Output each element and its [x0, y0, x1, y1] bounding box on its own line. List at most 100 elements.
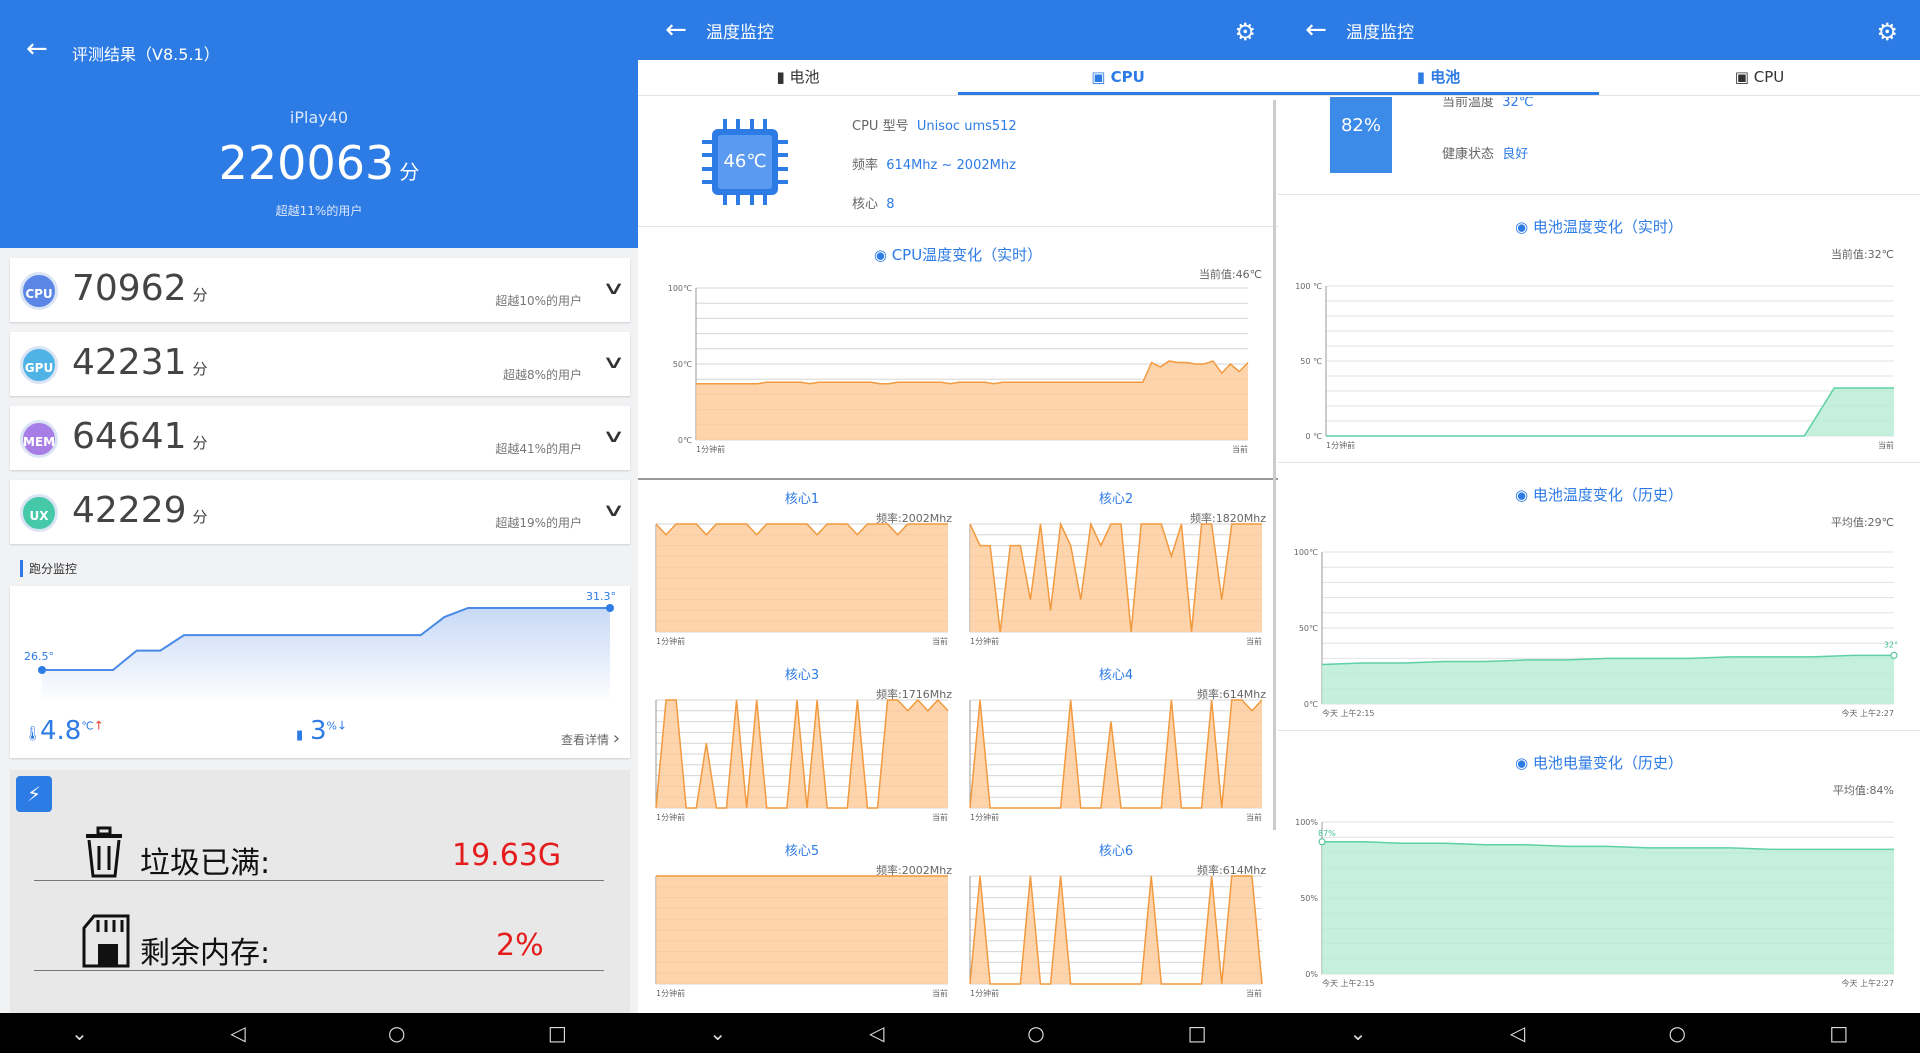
temp-delta-unit: ℃ — [81, 719, 94, 733]
gpu-badge: GPU — [20, 346, 58, 384]
memory-card-icon — [82, 914, 130, 968]
x-start-label: 1分钟前 — [656, 988, 685, 998]
cpu-chart-title-text: CPU温度变化（实时） — [891, 246, 1043, 264]
total-beat-text: 超越11%的用户 — [275, 204, 363, 218]
recent-square-icon[interactable]: □ — [1829, 1021, 1848, 1045]
score-card-ux[interactable]: UX 42229 分 超越19%的用户 ∨ — [10, 480, 630, 544]
system-nav-bar: ⌄ ◁ ○ □ — [1278, 1013, 1920, 1053]
x-start-label: 1分钟前 — [970, 812, 999, 822]
scrollbar[interactable] — [1273, 100, 1276, 830]
page-title: 评测结果（V8.5.1） — [72, 45, 220, 64]
thermometer-icon: ◉ — [873, 246, 887, 264]
trash-label: 垃圾已满: — [140, 846, 271, 881]
y-tick-label: 0 ℃ — [1305, 432, 1322, 441]
battery-realtime-title-text: 电池温度变化（实时） — [1532, 218, 1683, 236]
core-name: 核心3 — [784, 668, 820, 683]
sub-score: 42229 分 — [72, 490, 208, 531]
mem-badge: MEM — [20, 420, 58, 458]
back-triangle-icon[interactable]: ◁ — [869, 1021, 884, 1045]
recent-square-icon[interactable]: □ — [548, 1021, 567, 1045]
back-triangle-icon[interactable]: ◁ — [1510, 1021, 1525, 1045]
start-point-label: 87% — [1318, 829, 1336, 838]
chevron-down-icon[interactable]: ∨ — [602, 278, 626, 299]
trend-area — [42, 608, 610, 704]
battery-realtime-title: ◉ 电池温度变化（实时） — [1278, 216, 1920, 237]
monitor-label: 跑分监控 — [20, 560, 77, 577]
tab-cpu[interactable]: ▣ CPU — [958, 60, 1278, 95]
sub-score-unit: 分 — [192, 360, 208, 378]
x-start-label: 今天 上午2:15 — [1322, 708, 1375, 718]
chevron-right-icon: › — [612, 728, 620, 749]
sub-score: 42231 分 — [72, 342, 208, 383]
back-arrow-icon[interactable]: ← — [646, 15, 706, 45]
sub-score-unit: 分 — [192, 508, 208, 526]
back-arrow-icon[interactable]: ← — [26, 34, 48, 64]
x-end-label: 当前 — [932, 636, 948, 646]
x-start-label: 今天 上午2:15 — [1322, 978, 1375, 988]
x-end-label: 当前 — [1878, 440, 1894, 450]
y-tick-label: 50% — [1300, 894, 1318, 903]
divider — [34, 880, 604, 881]
divider — [1278, 730, 1920, 731]
chevron-down-icon[interactable]: ∨ — [602, 500, 626, 521]
trend-start-point — [38, 666, 46, 674]
thermometer-icon: ◉ — [1515, 218, 1529, 236]
area-fill — [1322, 841, 1894, 974]
tab-cpu[interactable]: ▣ CPU — [1599, 60, 1920, 95]
back-triangle-icon[interactable]: ◁ — [230, 1021, 245, 1045]
current-value: 当前值:32℃ — [1830, 248, 1894, 261]
chevron-down-icon[interactable]: ⌄ — [709, 1021, 726, 1045]
ux-badge: UX — [20, 494, 58, 532]
x-start-label: 1分钟前 — [656, 636, 685, 646]
back-arrow-icon[interactable]: ← — [1286, 15, 1346, 45]
trend-end-point — [606, 604, 614, 612]
gear-icon[interactable]: ⚙ — [1234, 18, 1256, 46]
chevron-down-icon[interactable]: ∨ — [602, 426, 626, 447]
battery-level-history-chart: 100% 50% 0% 今天 上午2:15 今天 上午2:27 87% — [1295, 818, 1894, 988]
core-chart-4: 核心4 频率:614Mhz 1分钟前 当前 — [966, 664, 1266, 834]
temp-end-label: 31.3° — [586, 590, 616, 603]
score-card-cpu[interactable]: CPU 70962 分 超越10%的用户 ∨ — [10, 258, 630, 322]
thermometer-icon: ◉ — [1515, 486, 1529, 504]
cpu-info: 46℃ CPU 型号 Unisoc ums512 频率 614Mhz ~ 200… — [638, 97, 1278, 227]
y-tick-label: 100℃ — [668, 284, 692, 293]
gear-icon[interactable]: ⚙ — [1876, 18, 1898, 46]
home-circle-icon[interactable]: ○ — [1027, 1021, 1044, 1045]
core-area-chart: 1分钟前 当前 — [655, 523, 948, 646]
battery-temp-history-chart: 100℃ 50℃ 0℃ 今天 上午2:15 今天 上午2:27 32° — [1294, 548, 1898, 718]
area-fill — [696, 360, 1248, 440]
x-end-label: 当前 — [1232, 444, 1248, 454]
battery-info: 82% 当前温度 32℃ 健康状态 良好 — [1278, 97, 1920, 195]
area-fill — [656, 524, 948, 632]
down-arrow-icon: ↓ — [337, 718, 348, 733]
sub-beat-text: 超越41%的用户 — [495, 442, 582, 456]
batt-delta-value: 3 — [310, 716, 327, 746]
area-line — [1326, 387, 1894, 437]
score-card-gpu[interactable]: GPU 42231 分 超越8%的用户 ∨ — [10, 332, 630, 396]
tab-battery-label: 电池 — [789, 68, 820, 86]
home-circle-icon[interactable]: ○ — [388, 1021, 405, 1045]
lightning-icon[interactable]: ⚡ — [16, 776, 52, 812]
temp-delta-value: 4.8 — [40, 716, 82, 746]
tab-battery[interactable]: ▮ 电池 — [1278, 60, 1599, 95]
sub-beat-text: 超越10%的用户 — [495, 294, 582, 308]
score-card-mem[interactable]: MEM 64641 分 超越41%的用户 ∨ — [10, 406, 630, 470]
freq-row: 频率 614Mhz ~ 2002Mhz — [852, 154, 1016, 173]
average-value: 平均值:29℃ — [1830, 516, 1894, 529]
freq-value: 614Mhz ~ 2002Mhz — [886, 158, 1016, 173]
chevron-down-icon[interactable]: ⌄ — [1350, 1021, 1367, 1045]
freq-label: 频率 — [852, 158, 879, 173]
score-header: ← 评测结果（V8.5.1） iPlay40 220063 分 超越11%的用户 — [0, 0, 638, 248]
app-bar: ← 温度监控 ⚙ — [1278, 0, 1920, 60]
recent-square-icon[interactable]: □ — [1188, 1021, 1207, 1045]
memory-value: 2% — [496, 928, 544, 963]
home-circle-icon[interactable]: ○ — [1669, 1021, 1686, 1045]
tab-battery[interactable]: ▮ 电池 — [638, 60, 958, 95]
battery-history-title: ◉ 电池温度变化（历史） — [1278, 484, 1920, 505]
chevron-down-icon[interactable]: ∨ — [602, 352, 626, 373]
view-details-link[interactable]: 查看详情 › — [561, 728, 620, 749]
battery-level-history-title: ◉ 电池电量变化（历史） — [1278, 752, 1920, 773]
benchmark-result-panel: ← 评测结果（V8.5.1） iPlay40 220063 分 超越11%的用户… — [0, 0, 638, 1053]
chevron-down-icon[interactable]: ⌄ — [71, 1021, 88, 1045]
core-name: 核心6 — [1098, 844, 1134, 859]
